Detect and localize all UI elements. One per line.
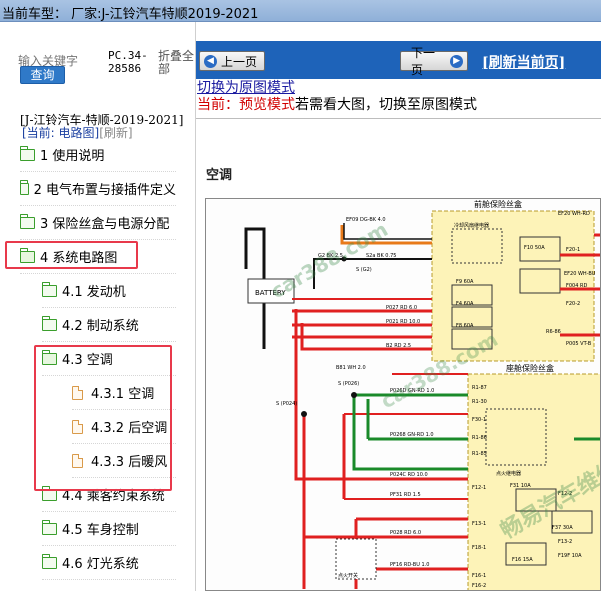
- wire-label: B2 RD 2.5: [386, 343, 411, 349]
- wire-label: P027 RD 6.0: [386, 305, 417, 311]
- tree-node[interactable]: 4.6 灯光系统: [41, 546, 176, 580]
- wire-label: P021 RD 10.0: [386, 319, 420, 325]
- wire-label: F16-2: [472, 583, 486, 589]
- wire-label: EF20 WH-RD: [558, 211, 590, 217]
- wire-label: S (P024): [276, 401, 297, 407]
- viewer: ◀ 上一页 下一页 ▶ [刷新当前页] 切换为原图模式 当前：预览模式若需看大图…: [196, 41, 601, 591]
- tree-node[interactable]: 4.5 车身控制: [41, 512, 176, 546]
- pc-code: PC.34-28586: [108, 49, 148, 75]
- cab-fuse-box-label: 座舱保险丝盒: [506, 363, 554, 373]
- wire-label: F16 15A: [512, 557, 533, 563]
- wire-label: F13-2: [558, 539, 572, 545]
- wire-label: F20-1: [566, 247, 580, 253]
- wiring-diagram: 前舱保险丝盒 座舱保险丝盒 BATTERY EF09 DG-BK 4.0 EF2…: [205, 198, 601, 591]
- wire-label: F13-1: [472, 521, 486, 527]
- wire-label: F31 10A: [510, 483, 531, 489]
- folder-icon: [41, 315, 57, 331]
- tree-node-label: 2 电气布置与接插件定义: [33, 183, 176, 198]
- arrow-left-icon: ◀: [204, 54, 217, 68]
- wire-label: F30-1: [472, 417, 486, 423]
- tree-node[interactable]: 4.1 发动机: [41, 274, 176, 308]
- front-fuse-box-label: 前舱保险丝盒: [474, 199, 522, 209]
- wire-label: R1-30: [472, 399, 487, 405]
- search-area: 查询 PC.34-28586 折叠全部: [0, 22, 195, 84]
- folder-icon: [19, 213, 35, 229]
- wire-label: S (G2): [356, 267, 372, 273]
- wire-label: F20-2: [566, 301, 580, 307]
- wire-label: F18-1: [472, 545, 486, 551]
- window-title: 当前车型： 厂家:J-江铃汽车特顺2019-2021: [2, 7, 259, 22]
- folder-icon: [41, 553, 57, 569]
- wire-label: F19F 10A: [558, 553, 582, 559]
- wire-label: B81 WH 2.0: [336, 365, 366, 371]
- wire-label: S (P026): [338, 381, 359, 387]
- wire-label: F4 60A: [456, 301, 474, 307]
- wire-label: PF31 RD 1.5: [390, 492, 421, 498]
- section-title: 空调: [206, 168, 233, 183]
- splice-point: [351, 392, 357, 398]
- collapse-all-button[interactable]: 折叠全部: [158, 50, 195, 76]
- wire-label: R6-86: [546, 329, 561, 335]
- highlight-box: [34, 345, 172, 491]
- wire-label: F12-1: [472, 485, 486, 491]
- wire-label: 点火继电器: [496, 470, 521, 477]
- wire-label: EF20 WH-BU: [564, 271, 596, 277]
- prev-page-label: 上一页: [221, 54, 258, 69]
- window-title-bar: 当前车型： 厂家:J-江铃汽车特顺2019-2021: [0, 0, 601, 22]
- tree-node-label: 3 保险丝盒与电源分配: [40, 217, 170, 232]
- next-page-label: 下一页: [411, 46, 436, 77]
- arrow-right-icon: ▶: [450, 54, 463, 68]
- tree-node-label: 4.6 灯光系统: [62, 557, 139, 572]
- wire-label: P005 VT-B: [566, 341, 592, 347]
- search-button[interactable]: 查询: [20, 66, 65, 84]
- sidebar: 查询 PC.34-28586 折叠全部 [J-江铃汽车-特顺-2019-2021…: [0, 22, 196, 591]
- wiring-diagram-svg: 前舱保险丝盒 座舱保险丝盒 BATTERY EF09 DG-BK 4.0 EF2…: [244, 199, 600, 590]
- tree-node[interactable]: 2 电气布置与接插件定义: [19, 172, 176, 206]
- viewer-navbar: ◀ 上一页 下一页 ▶ [刷新当前页]: [196, 41, 601, 79]
- folder-icon: [19, 145, 35, 161]
- wire-label: PF16 RD-BU 1.0: [390, 562, 429, 568]
- splice-point: [301, 411, 307, 417]
- wire-label: P0268 GN-RD 1.0: [390, 432, 434, 438]
- tree-node-label: 4.5 车身控制: [62, 523, 139, 538]
- folder-icon: [41, 519, 57, 535]
- watermark: car388.com: [267, 217, 392, 303]
- prev-page-button[interactable]: ◀ 上一页: [199, 51, 265, 71]
- wire-label: F9 60A: [456, 279, 474, 285]
- divider: [196, 118, 601, 119]
- wire-label: S2a BK 0.75: [366, 253, 396, 259]
- mode-label: 当前：预览模式: [197, 97, 295, 113]
- wire-label: F16-1: [472, 573, 486, 579]
- folder-icon: [19, 179, 29, 195]
- tree-node-label: 1 使用说明: [40, 149, 105, 164]
- next-page-button[interactable]: 下一页 ▶: [400, 46, 468, 77]
- wire-label: F10 50A: [524, 245, 545, 251]
- wire-label: F37 30A: [552, 525, 573, 531]
- wire-label: P028 RD 6.0: [390, 530, 421, 536]
- wire-label: P024C RD 10.0: [390, 472, 428, 478]
- wire-label: F8 60A: [456, 323, 474, 329]
- wire-label: R1-85: [472, 451, 487, 457]
- mode-notice: 当前：预览模式若需看大图，切换至原图模式: [197, 94, 477, 114]
- highlight-box: [5, 241, 138, 269]
- refresh-page-link[interactable]: [刷新当前页]: [482, 52, 565, 72]
- tree-node[interactable]: 3 保险丝盒与电源分配: [19, 206, 176, 240]
- tree-node[interactable]: 1 使用说明: [19, 138, 176, 172]
- tree-node[interactable]: 4.2 制动系统: [41, 308, 176, 342]
- mode-hint: 若需看大图，切换至原图模式: [295, 97, 477, 113]
- wire-label: R1-86: [472, 435, 487, 441]
- tree-node-label: 4.2 制动系统: [62, 319, 139, 334]
- wire-label: F004 RD: [566, 283, 587, 289]
- tree-node-label: 4.1 发动机: [62, 285, 126, 300]
- wire-label: R1-87: [472, 385, 487, 391]
- wire-label: 冷却风扇继电器: [454, 222, 489, 229]
- folder-icon: [41, 281, 57, 297]
- wire-label: 点火开关: [338, 572, 358, 579]
